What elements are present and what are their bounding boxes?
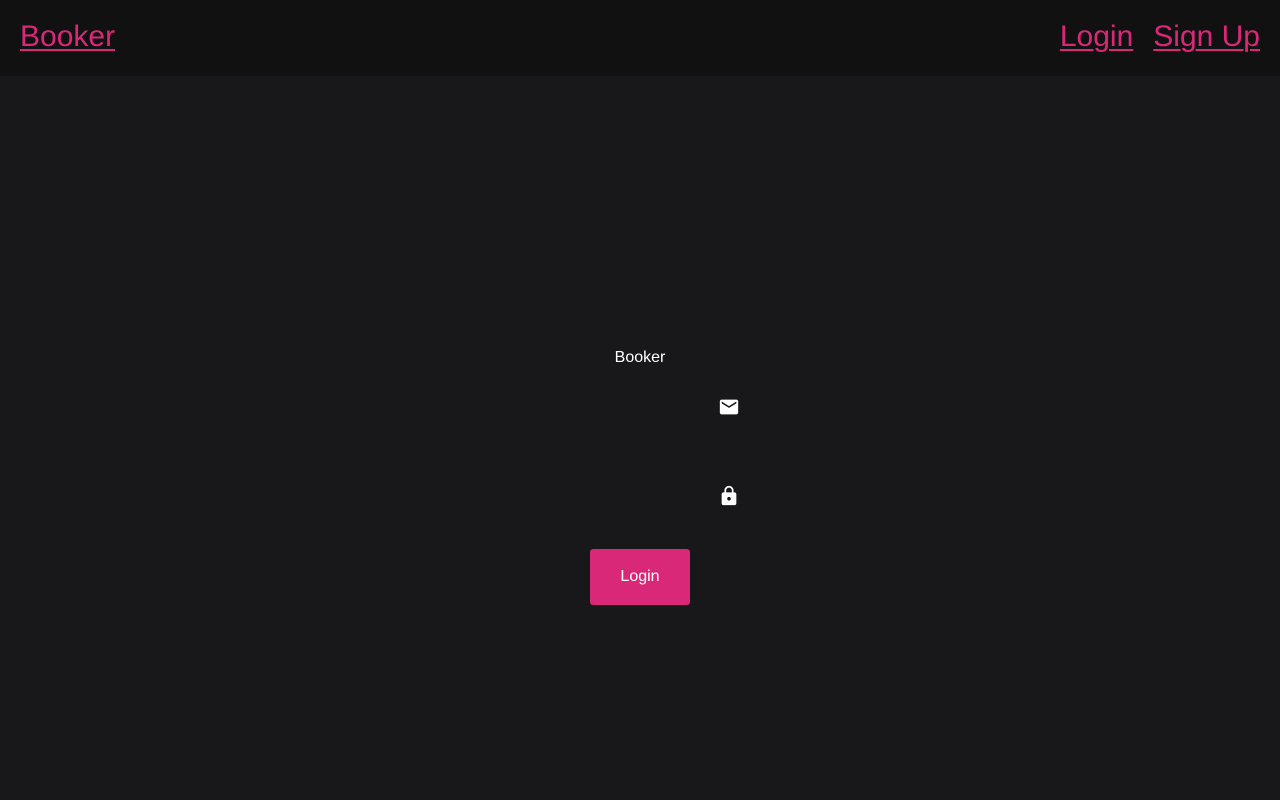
email-input[interactable] bbox=[540, 392, 715, 422]
email-field-group bbox=[540, 392, 740, 422]
login-button[interactable]: Login bbox=[590, 549, 690, 605]
password-field-group bbox=[540, 481, 740, 511]
password-input[interactable] bbox=[540, 481, 715, 511]
lock-icon bbox=[718, 485, 740, 507]
brand-link[interactable]: Booker bbox=[20, 17, 115, 57]
nav-login-link[interactable]: Login bbox=[1060, 17, 1133, 57]
top-navbar: Booker Login Sign Up bbox=[0, 0, 1280, 76]
mail-icon bbox=[718, 396, 740, 418]
nav-signup-link[interactable]: Sign Up bbox=[1153, 17, 1260, 57]
nav-links: Login Sign Up bbox=[1060, 17, 1260, 57]
login-form-title: Booker bbox=[614, 349, 666, 366]
